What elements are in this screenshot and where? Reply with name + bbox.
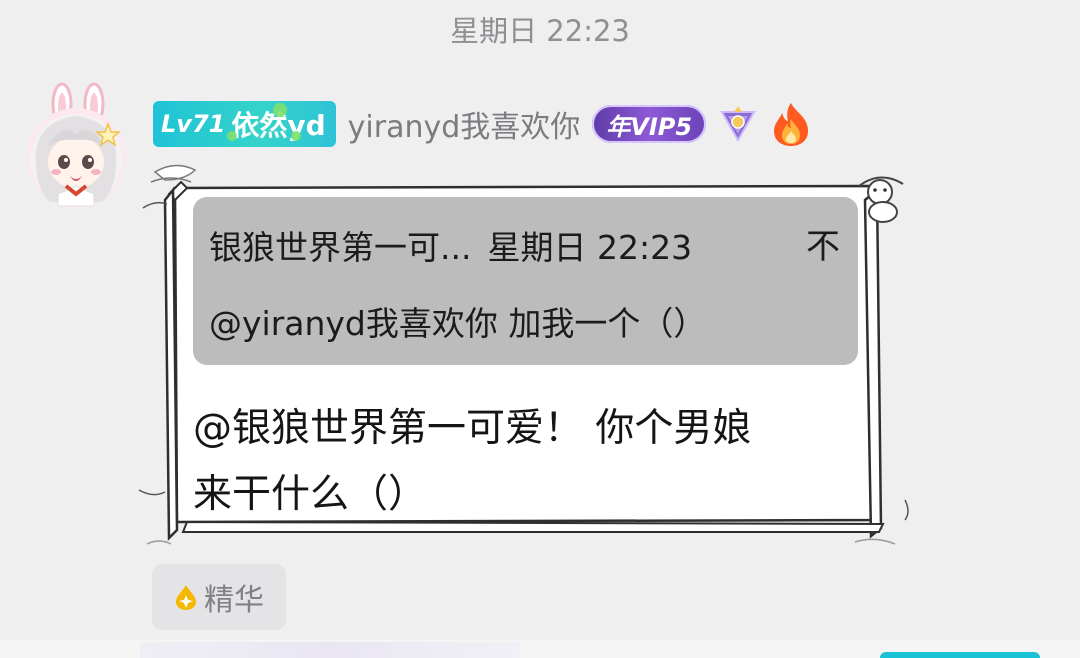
level-prefix: Lv71 (161, 110, 226, 138)
level-badge[interactable]: Lv71 依然yd (153, 101, 336, 147)
sender-nickname[interactable]: yiranyd我喜欢你 (348, 102, 581, 146)
flame-badge-icon[interactable] (770, 101, 812, 147)
sender-row: Lv71 依然yd yiranyd我喜欢你 年VIP5 (153, 100, 812, 148)
purple-triangle-badge-icon[interactable] (718, 104, 758, 144)
chat-screen: 星期日 22:23 Lv71 依然yd yiranyd我喜欢你 年VIP5 银狼… (0, 0, 1080, 658)
gold-droplet-icon (176, 585, 196, 610)
message-line-2: 来干什么（） (193, 472, 428, 517)
vip-badge[interactable]: 年VIP5 (592, 105, 707, 143)
quote-close-icon[interactable]: 不 (806, 219, 840, 268)
quote-text: @yiranyd我喜欢你 加我一个（） (209, 304, 707, 343)
quote-time: 星期日 22:23 (487, 228, 693, 267)
message-timestamp: 星期日 22:23 (450, 14, 630, 48)
message-text[interactable]: @银狼世界第一可爱！ 你个男娘 来干什么（） (193, 396, 853, 528)
bottom-action-button[interactable] (880, 652, 1040, 658)
quote-sender: 银狼世界第一可... (209, 228, 472, 267)
essence-label: 精华 (204, 583, 264, 618)
next-message-preview (140, 642, 520, 658)
message-line-1: @银狼世界第一可爱！ 你个男娘 (193, 406, 752, 451)
anime-girl-avatar-icon[interactable] (22, 82, 126, 210)
essence-tag-button[interactable]: 精华 (152, 564, 286, 630)
quote-header: 银狼世界第一可... 星期日 22:23 (209, 221, 692, 269)
quoted-message[interactable]: 银狼世界第一可... 星期日 22:23 不 @yiranyd我喜欢你 加我一个（… (193, 197, 858, 365)
